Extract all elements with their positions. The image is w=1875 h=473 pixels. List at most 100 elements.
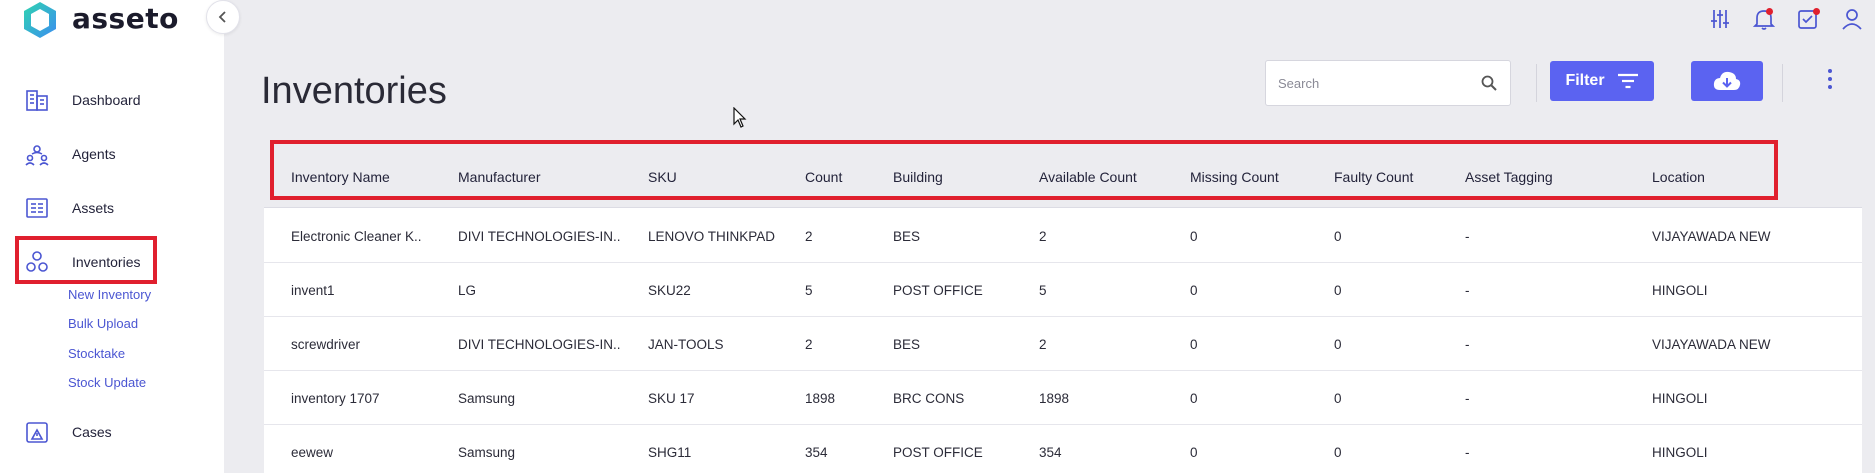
table-cell: 2 (805, 336, 813, 352)
table-cell: LG (458, 282, 477, 298)
table-cell: 0 (1190, 444, 1198, 460)
cases-icon (22, 417, 52, 447)
column-header[interactable]: Missing Count (1190, 146, 1279, 208)
column-header[interactable]: Faulty Count (1334, 146, 1413, 208)
table-cell: 5 (805, 282, 813, 298)
table-cell: HINGOLI (1652, 444, 1708, 460)
sidebar-item-label: Assets (72, 200, 115, 216)
table-cell: - (1465, 336, 1470, 352)
table-cell: 354 (805, 444, 828, 460)
notification-dot (1766, 8, 1773, 15)
table-cell: eewew (291, 444, 334, 460)
table-cell: - (1465, 444, 1470, 460)
table-cell: SKU22 (648, 282, 691, 298)
search-icon[interactable] (1480, 74, 1498, 92)
sidebar-item-label: Dashboard (72, 92, 141, 108)
column-header[interactable]: Inventory Name (291, 146, 390, 208)
table-cell: Samsung (458, 444, 516, 460)
table-cell: 0 (1334, 282, 1342, 298)
sidebar: asseto Dashboard Agents Assets Inventori… (0, 0, 224, 473)
subitem-bulk-upload[interactable]: Bulk Upload (68, 316, 138, 331)
table-cell: 0 (1334, 228, 1342, 244)
table-row[interactable]: invent1 LG SKU22 5 POST OFFICE 5 0 0 - HINGOLI (264, 263, 1862, 317)
table-cell: - (1465, 390, 1470, 406)
table-cell: JAN-TOOLS (648, 336, 724, 352)
sidebar-item-label: Inventories (72, 254, 141, 270)
table-cell: inventory 1707 (291, 390, 380, 406)
sidebar-item-agents[interactable]: Agents (22, 134, 116, 174)
collapse-sidebar-button[interactable] (206, 0, 240, 34)
table-cell: 0 (1190, 336, 1198, 352)
more-options-icon[interactable] (1822, 66, 1838, 92)
filter-icon (1617, 73, 1638, 89)
table-cell: DIVI TECHNOLOGIES-IN.. (458, 336, 621, 352)
table-cell: 1898 (805, 390, 836, 406)
sidebar-item-dashboard[interactable]: Dashboard (22, 80, 141, 120)
sidebar-item-inventories[interactable]: Inventories (22, 242, 140, 282)
app-name: asseto (72, 1, 179, 35)
column-header[interactable]: Location (1652, 146, 1705, 208)
filter-label: Filter (1565, 72, 1605, 89)
table-cell: 0 (1190, 228, 1198, 244)
column-header[interactable]: Asset Tagging (1465, 146, 1553, 208)
download-button[interactable] (1691, 61, 1763, 101)
subitem-stocktake[interactable]: Stocktake (68, 346, 125, 361)
assets-icon (22, 193, 52, 223)
table-row[interactable]: eewew Samsung SHG11 354 POST OFFICE 354 0 0 - HIN… (264, 425, 1862, 473)
table-row[interactable]: Electronic Cleaner K.. DIVI TECHNOLOGIES-… (264, 209, 1862, 263)
table-cell: 1898 (1039, 390, 1070, 406)
sliders-icon[interactable] (1705, 6, 1735, 32)
sidebar-item-assets[interactable]: Assets (22, 188, 114, 228)
filter-button[interactable]: Filter (1550, 61, 1654, 101)
table-cell: screwdriver (291, 336, 361, 352)
cloud-download-icon (1713, 71, 1741, 90)
table-row[interactable]: inventory 1707 Samsung SKU 17 1898 BRC CONS 1… (264, 371, 1862, 425)
table-cell: POST OFFICE (893, 444, 983, 460)
column-header[interactable]: Available Count (1039, 146, 1137, 208)
logo-hexagon-icon (24, 2, 56, 38)
inventories-icon (22, 247, 52, 277)
table-cell: 0 (1334, 336, 1342, 352)
column-header[interactable]: Building (893, 146, 943, 208)
subitem-stock-update[interactable]: Stock Update (68, 375, 146, 390)
table-cell: 0 (1190, 390, 1198, 406)
table-cell: 5 (1039, 282, 1047, 298)
mouse-cursor-icon (733, 107, 747, 128)
column-header[interactable]: Manufacturer (458, 146, 540, 208)
table-cell: POST OFFICE (893, 282, 983, 298)
table-cell: 0 (1334, 444, 1342, 460)
search-input[interactable] (1278, 75, 1480, 91)
table-cell: VIJAYAWADA NEW (1652, 336, 1771, 352)
table-cell: 0 (1190, 282, 1198, 298)
table-cell: VIJAYAWADA NEW (1652, 228, 1771, 244)
inventories-table: Inventory Name Manufacturer SKU Count Buildi… (264, 146, 1862, 473)
divider (1536, 64, 1537, 102)
table-cell: - (1465, 228, 1470, 244)
tasks-dot (1813, 8, 1820, 15)
subitem-new-inventory[interactable]: New Inventory (68, 287, 151, 302)
tasks-icon[interactable] (1793, 6, 1823, 32)
chevron-left-icon (218, 11, 226, 23)
table-cell: invent1 (291, 282, 335, 298)
user-icon[interactable] (1837, 6, 1867, 32)
divider (1782, 64, 1783, 102)
app-logo[interactable]: asseto (20, 0, 179, 40)
agents-icon (22, 139, 52, 169)
building-icon (22, 85, 52, 115)
table-header: Inventory Name Manufacturer SKU Count Buildi… (264, 146, 1862, 208)
table-cell: BRC CONS (893, 390, 965, 406)
bell-icon[interactable] (1749, 6, 1779, 32)
table-row[interactable]: screwdriver DIVI TECHNOLOGIES-IN.. JAN-TOO… (264, 317, 1862, 371)
table-cell: 2 (1039, 336, 1047, 352)
table-cell: SKU 17 (648, 390, 695, 406)
column-header[interactable]: SKU (648, 146, 677, 208)
page-title: Inventories (261, 70, 447, 112)
table-cell: DIVI TECHNOLOGIES-IN.. (458, 228, 621, 244)
sidebar-item-cases[interactable]: Cases (22, 412, 112, 452)
sidebar-item-label: Cases (72, 424, 112, 440)
column-header[interactable]: Count (805, 146, 842, 208)
table-cell: Electronic Cleaner K.. (291, 228, 422, 244)
search-box[interactable] (1265, 60, 1511, 106)
table-cell: BES (893, 336, 921, 352)
table-cell: HINGOLI (1652, 390, 1708, 406)
